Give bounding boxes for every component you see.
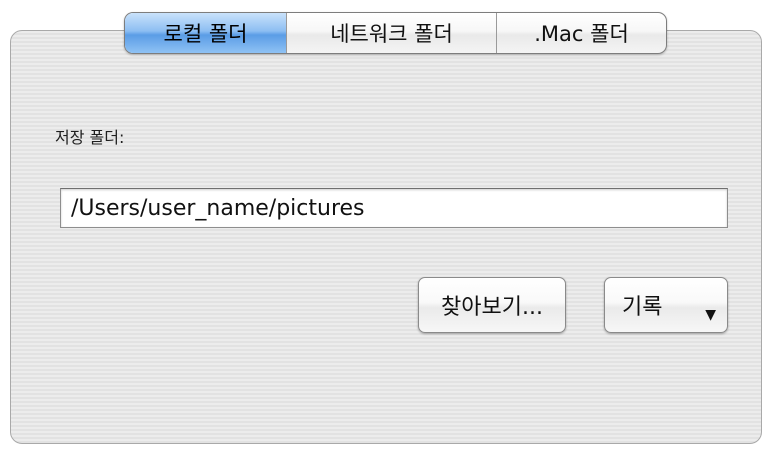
- save-folder-label: 저장 폴더:: [55, 128, 125, 147]
- tab-mac-folder[interactable]: .Mac 폴더: [497, 13, 666, 53]
- history-label: 기록: [622, 295, 663, 320]
- folder-settings-panel: [10, 30, 762, 444]
- history-popup-button[interactable]: 기록 ▼: [604, 277, 728, 333]
- tab-network-folder[interactable]: 네트워크 폴더: [287, 13, 497, 53]
- browse-button[interactable]: 찾아보기...: [418, 277, 566, 333]
- chevron-down-icon: ▼: [705, 307, 716, 323]
- tab-local-folder[interactable]: 로컬 폴더: [125, 13, 287, 53]
- save-folder-path-field[interactable]: [60, 188, 728, 228]
- folder-type-tabs: 로컬 폴더 네트워크 폴더 .Mac 폴더: [124, 12, 667, 54]
